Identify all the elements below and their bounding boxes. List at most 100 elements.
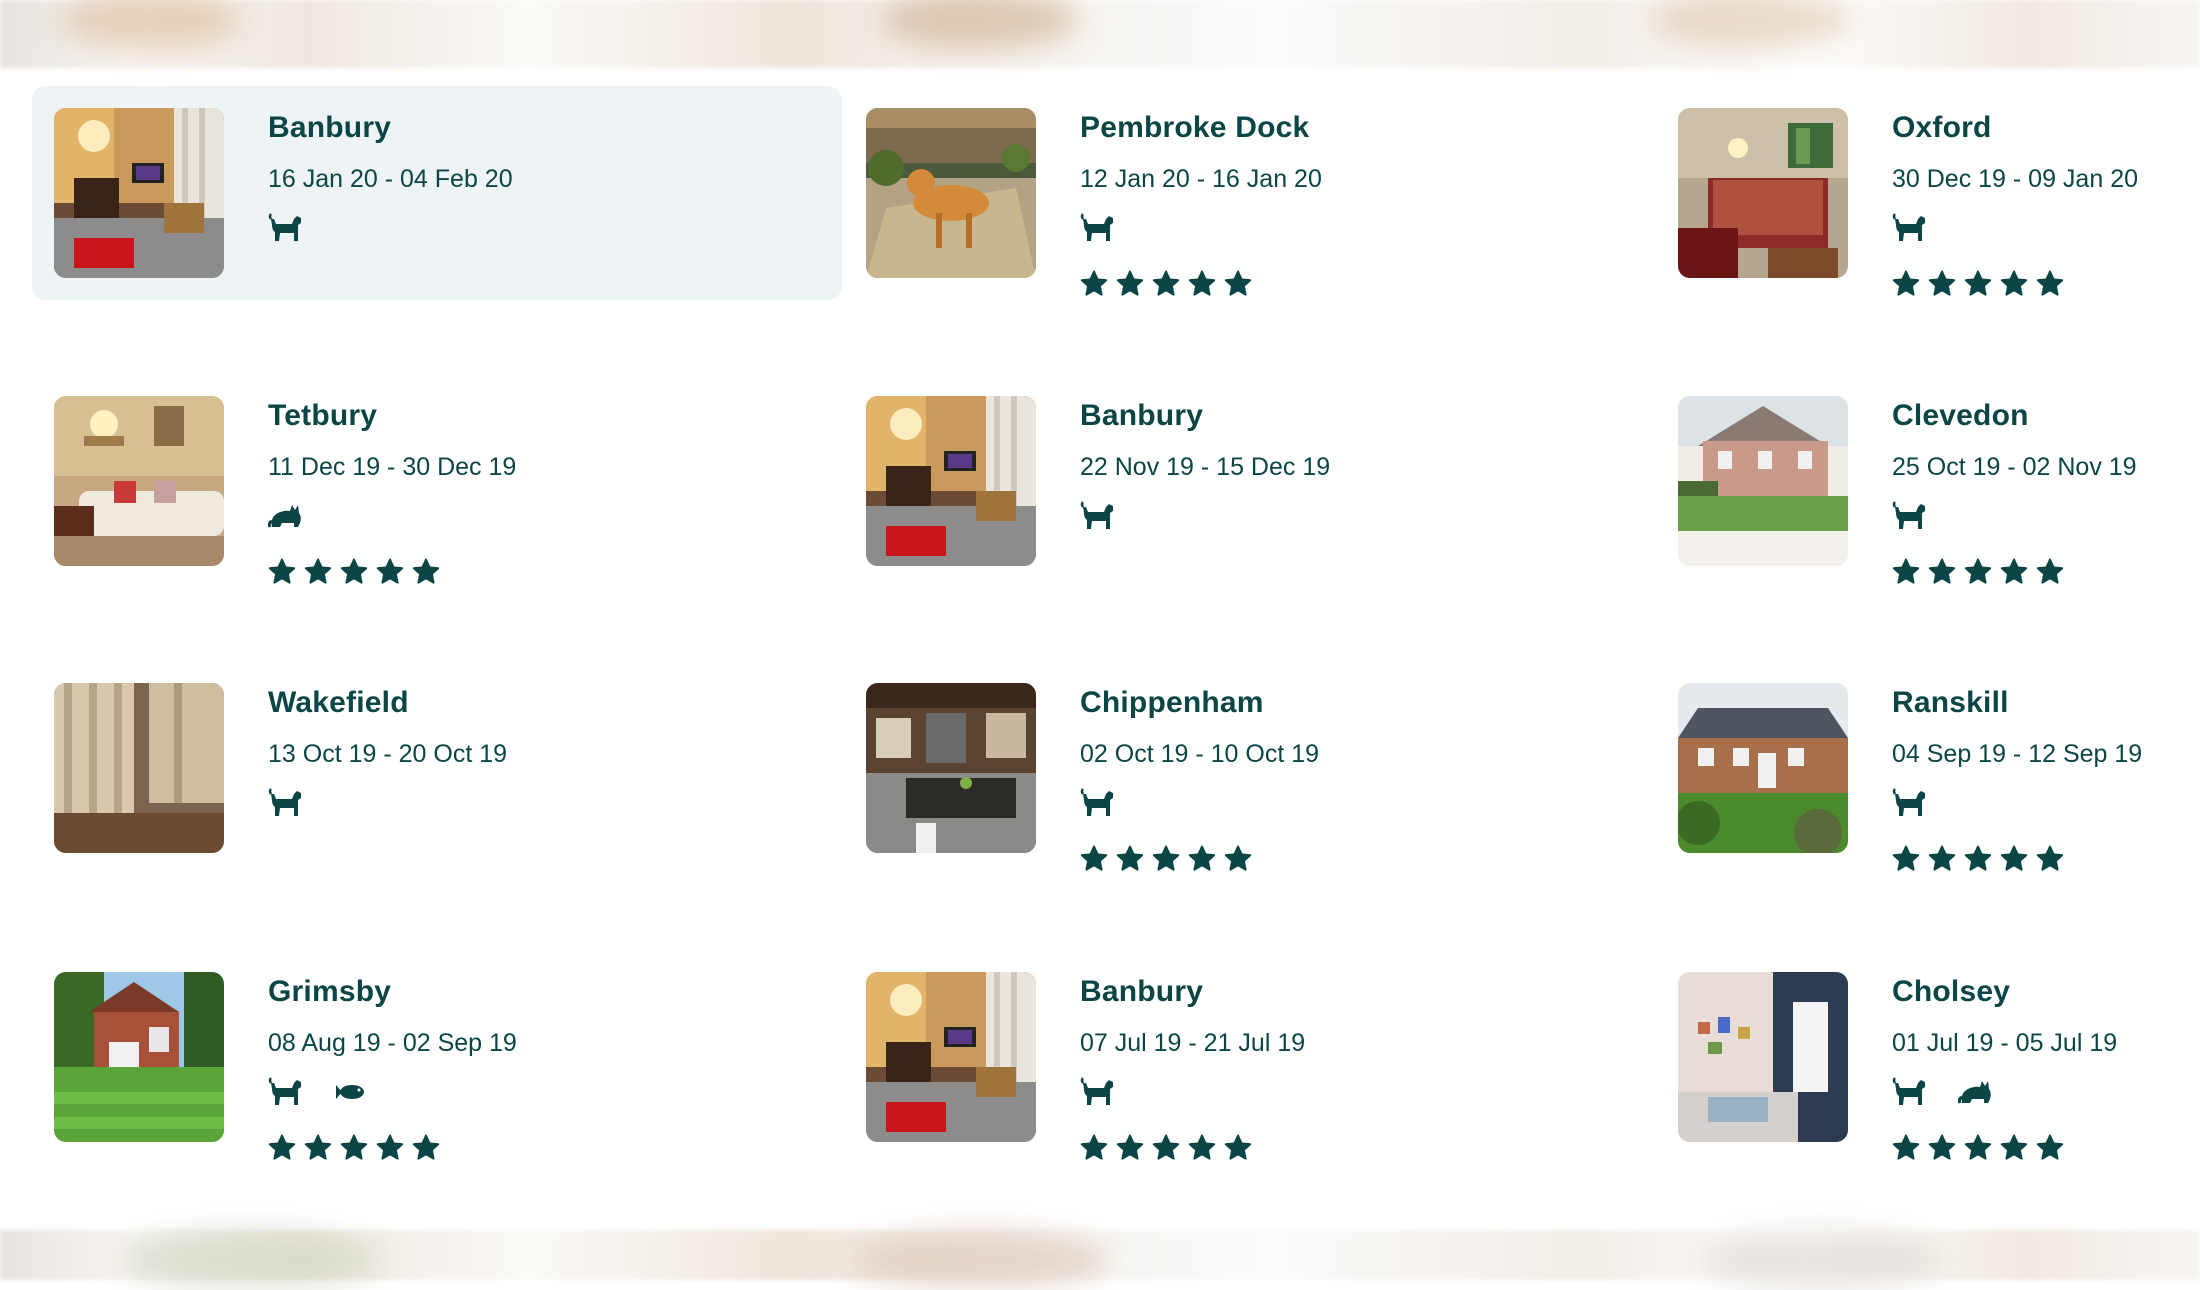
star-rating <box>1892 558 2137 591</box>
star-icon <box>2000 270 2028 303</box>
stay-city: Clevedon <box>1892 399 2029 432</box>
blur-decoration <box>850 1230 1110 1290</box>
stay-dates: 12 Jan 20 - 16 Jan 20 <box>1080 165 1322 193</box>
star-icon <box>1152 845 1180 878</box>
pet-icons <box>268 502 516 534</box>
star-icon <box>1116 270 1144 303</box>
stay-photo[interactable] <box>866 972 1036 1142</box>
star-icon <box>1152 1134 1180 1167</box>
stay-card[interactable]: Banbury 22 Nov 19 - 15 Dec 19 <box>844 374 1654 588</box>
cat-icon <box>1958 1077 1994 1112</box>
stay-photo[interactable] <box>1678 972 1848 1142</box>
pet-icons <box>1080 787 1319 821</box>
star-icon <box>1116 845 1144 878</box>
stay-city: Chippenham <box>1080 686 1264 719</box>
star-rating <box>1080 845 1319 878</box>
stay-dates: 08 Aug 19 - 02 Sep 19 <box>268 1029 517 1057</box>
star-icon <box>1224 845 1252 878</box>
stay-photo[interactable] <box>54 396 224 566</box>
star-rating <box>268 1134 517 1167</box>
star-icon <box>1188 845 1216 878</box>
star-icon <box>340 1134 368 1167</box>
stay-city: Wakefield <box>268 686 409 719</box>
stay-photo[interactable] <box>54 108 224 278</box>
star-icon <box>1964 1134 1992 1167</box>
dog-icon <box>1892 212 1928 248</box>
star-icon <box>268 1134 296 1167</box>
stay-card[interactable]: Oxford 30 Dec 19 - 09 Jan 20 <box>1656 86 2200 300</box>
dog-icon <box>268 212 304 248</box>
stay-photo[interactable] <box>866 108 1036 278</box>
stay-city: Grimsby <box>268 975 392 1008</box>
dog-icon <box>1080 1076 1116 1112</box>
stay-photo[interactable] <box>54 972 224 1142</box>
star-icon <box>376 558 404 591</box>
pet-icons <box>1892 1076 2117 1112</box>
stay-photo[interactable] <box>54 683 224 853</box>
pet-icons <box>1080 1076 1305 1112</box>
stay-card[interactable]: Chippenham 02 Oct 19 - 10 Oct 19 <box>844 661 1654 875</box>
pet-icons <box>1892 787 2142 823</box>
star-icon <box>2036 1134 2064 1167</box>
star-icon <box>1928 1134 1956 1167</box>
cat-icon <box>268 501 304 536</box>
stay-city: Banbury <box>1080 399 1204 432</box>
stay-card[interactable]: Ranskill 04 Sep 19 - 12 Sep 19 <box>1656 661 2200 875</box>
star-rating <box>1080 270 1322 303</box>
star-icon <box>1224 270 1252 303</box>
blur-decoration <box>120 1230 380 1290</box>
pet-icons <box>1080 500 1330 536</box>
stay-card[interactable]: Tetbury 11 Dec 19 - 30 Dec 19 <box>32 374 842 588</box>
star-icon <box>1188 270 1216 303</box>
stay-photo[interactable] <box>1678 683 1848 853</box>
stay-card[interactable]: Wakefield 13 Oct 19 - 20 Oct 19 <box>32 661 842 875</box>
stay-dates: 16 Jan 20 - 04 Feb 20 <box>268 165 513 193</box>
stay-dates: 11 Dec 19 - 30 Dec 19 <box>268 453 517 481</box>
star-icon <box>2036 845 2064 878</box>
star-icon <box>2036 270 2064 303</box>
stay-card[interactable]: Cholsey 01 Jul 19 - 05 Jul 19 <box>1656 950 2200 1164</box>
stay-card[interactable]: Banbury 16 Jan 20 - 04 Feb 20 <box>32 86 842 300</box>
stay-card[interactable]: Clevedon 25 Oct 19 - 02 Nov 19 <box>1656 374 2200 588</box>
star-icon <box>1080 270 1108 303</box>
stay-dates: 04 Sep 19 - 12 Sep 19 <box>1892 740 2143 768</box>
star-icon <box>304 558 332 591</box>
stay-card[interactable]: Pembroke Dock 12 Jan 20 - 16 Jan 20 <box>844 86 1654 300</box>
stay-photo[interactable] <box>1678 396 1848 566</box>
stay-dates: 30 Dec 19 - 09 Jan 20 <box>1892 165 2138 193</box>
pet-icons <box>1080 212 1322 246</box>
star-icon <box>412 1134 440 1167</box>
dog-icon <box>268 787 304 823</box>
stay-photo[interactable] <box>866 396 1036 566</box>
stay-photo[interactable] <box>1678 108 1848 278</box>
stay-city: Banbury <box>268 111 392 144</box>
star-icon <box>304 1134 332 1167</box>
stay-city: Ranskill <box>1892 686 2009 719</box>
dog-icon <box>1892 500 1928 536</box>
stay-card[interactable]: Banbury 07 Jul 19 - 21 Jul 19 <box>844 950 1654 1164</box>
dog-icon <box>1080 500 1116 536</box>
stay-photo[interactable] <box>866 683 1036 853</box>
pet-icons <box>268 787 507 823</box>
stays-grid: Banbury 16 Jan 20 - 04 Feb 20 Pembroke Do… <box>0 0 2200 1280</box>
star-icon <box>1080 845 1108 878</box>
star-icon <box>1080 1134 1108 1167</box>
star-rating <box>1892 1134 2117 1167</box>
star-icon <box>1892 1134 1920 1167</box>
star-icon <box>1152 270 1180 303</box>
stay-card[interactable]: Grimsby 08 Aug 19 - 02 Sep 19 <box>32 950 842 1164</box>
star-icon <box>2036 558 2064 591</box>
star-icon <box>2000 845 2028 878</box>
dog-icon <box>1892 787 1928 823</box>
star-icon <box>1892 270 1920 303</box>
star-icon <box>1928 558 1956 591</box>
pet-icons <box>1892 212 2138 248</box>
star-icon <box>1892 558 1920 591</box>
stay-dates: 02 Oct 19 - 10 Oct 19 <box>1080 740 1320 768</box>
star-icon <box>2000 558 2028 591</box>
star-icon <box>376 1134 404 1167</box>
blur-decoration <box>1700 1230 1940 1290</box>
dog-icon <box>1892 1076 1928 1112</box>
stay-dates: 07 Jul 19 - 21 Jul 19 <box>1080 1029 1306 1057</box>
stay-dates: 01 Jul 19 - 05 Jul 19 <box>1892 1029 2118 1057</box>
